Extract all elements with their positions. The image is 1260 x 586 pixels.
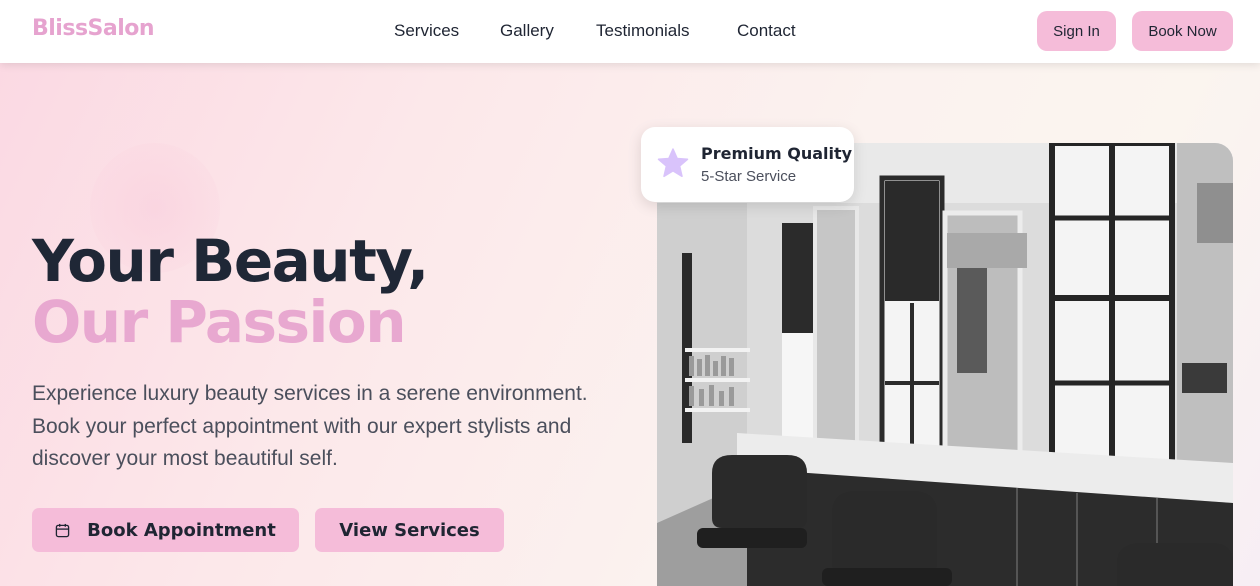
book-appointment-button[interactable]: Book Appointment	[32, 508, 299, 552]
badge-title: Premium Quality	[701, 144, 853, 163]
salon-interior-photo	[657, 143, 1233, 586]
nav-link-testimonials[interactable]: Testimonials	[596, 21, 690, 41]
sign-in-button[interactable]: Sign In	[1037, 11, 1116, 51]
badge-subtitle: 5-Star Service	[701, 168, 797, 185]
view-services-label: View Services	[339, 519, 480, 541]
calendar-icon	[55, 523, 70, 537]
view-services-button[interactable]: View Services	[315, 508, 504, 552]
nav-link-contact[interactable]: Contact	[737, 21, 796, 41]
nav-link-gallery[interactable]: Gallery	[500, 21, 554, 41]
salon-illustration	[657, 143, 1233, 586]
nav-link-services[interactable]: Services	[394, 21, 459, 41]
hero-headline: Your Beauty,	[32, 227, 429, 295]
book-appointment-label: Book Appointment	[87, 519, 276, 541]
premium-quality-badge: Premium Quality 5-Star Service	[641, 127, 854, 202]
book-now-button[interactable]: Book Now	[1132, 11, 1233, 51]
star-icon	[657, 148, 689, 178]
hero-headline-accent: Our Passion	[32, 288, 407, 356]
hero-description: Experience luxury beauty services in a s…	[32, 382, 588, 470]
navbar: BlissSalon Services Gallery Testimonials…	[0, 0, 1260, 63]
